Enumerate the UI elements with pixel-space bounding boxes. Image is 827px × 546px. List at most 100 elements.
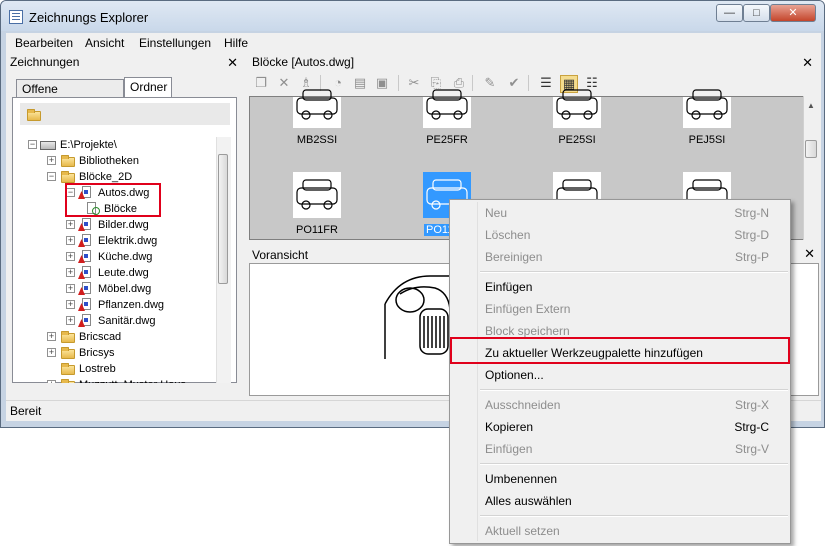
cut-icon[interactable]: ✂ (406, 75, 422, 91)
menu-item-umbenennen[interactable]: Umbenennen (485, 469, 785, 489)
block-thumbnail[interactable] (553, 89, 601, 128)
insert-external-icon[interactable]: ▤ (352, 75, 368, 91)
highlight-palette-item-box (450, 337, 790, 364)
menu-item-bereinigen[interactable]: Bereinigen Strg-P (485, 247, 785, 267)
block-thumbnail[interactable] (293, 89, 341, 128)
block-label[interactable]: PO11FR (272, 224, 362, 236)
menu-item-ausschneiden[interactable]: Ausschneiden Strg-X (485, 395, 785, 415)
menu-item-löschen[interactable]: Löschen Strg-D (485, 225, 785, 245)
tree-item[interactable]: + Leute.dwg (20, 265, 216, 281)
tree-item[interactable]: + Elektrik.dwg (20, 233, 216, 249)
toolbar-separator (472, 75, 473, 91)
block-label[interactable]: PEJ5SI (662, 134, 752, 146)
blocks-panel-title: Blöcke [Autos.dwg] (252, 55, 355, 69)
menu-ansicht[interactable]: Ansicht (85, 36, 124, 50)
tree-item[interactable]: + Muzzutt_Muster Haus (20, 377, 216, 383)
close-icon: ✕ (788, 7, 798, 19)
menu-item-kopieren[interactable]: Kopieren Strg-C (485, 417, 785, 437)
expand-icon[interactable]: + (47, 332, 56, 341)
dwg-file-icon (78, 234, 92, 247)
menu-separator (480, 271, 788, 273)
maximize-button[interactable]: □ (743, 4, 770, 22)
rename-icon[interactable]: ✎ (482, 75, 498, 91)
block-label[interactable]: PE25FR (402, 134, 492, 146)
menu-gutter (477, 202, 478, 541)
menu-item-label: Kopieren (485, 420, 534, 434)
collapse-icon[interactable]: − (28, 140, 37, 149)
open-folder-icon[interactable] (27, 109, 41, 121)
expand-icon[interactable]: + (47, 156, 56, 165)
menu-bearbeiten[interactable]: Bearbeiten (15, 36, 73, 50)
scroll-up-icon[interactable]: ▲ (807, 101, 815, 110)
drawings-panel-header: Zeichnungen ✕ (10, 55, 242, 72)
expand-icon[interactable]: + (66, 268, 75, 277)
tree-toolbar (20, 103, 230, 125)
block-label[interactable]: PE25SI (532, 134, 622, 146)
block-thumbnail[interactable] (423, 89, 471, 128)
expand-icon[interactable]: + (66, 252, 75, 261)
menu-item-label: Alles auswählen (485, 494, 572, 508)
block-thumbnail[interactable] (683, 89, 731, 128)
expand-icon[interactable]: + (66, 316, 75, 325)
menu-item-einfügen[interactable]: Einfügen (485, 277, 785, 297)
expand-icon[interactable]: + (47, 348, 56, 357)
tab-offene-zeichnungen[interactable]: Offene Zeichnungen (16, 79, 124, 110)
close-preview-icon[interactable]: ✕ (804, 246, 815, 262)
highlight-autos-box (65, 183, 161, 217)
expand-icon[interactable]: + (66, 300, 75, 309)
menu-item-label: Optionen... (485, 368, 544, 382)
menu-separator (480, 389, 788, 391)
dwg-file-icon (78, 298, 92, 311)
block-label[interactable]: MB2SSI (272, 134, 362, 146)
toolbar-separator (528, 75, 529, 91)
close-window-button[interactable]: ✕ (770, 4, 816, 22)
expand-icon[interactable]: + (66, 284, 75, 293)
tree-item[interactable]: Lostreb (20, 361, 216, 377)
tree-item[interactable]: + Sanitär.dwg (20, 313, 216, 329)
menu-hilfe[interactable]: Hilfe (224, 36, 248, 50)
save-block-icon[interactable]: ▣ (374, 75, 390, 91)
collapse-icon[interactable]: − (47, 172, 56, 181)
set-current-icon[interactable]: ✔ (506, 75, 522, 91)
tab-ordner[interactable]: Ordner (124, 77, 172, 97)
new-block-icon[interactable]: ❐ (253, 75, 269, 91)
menu-item-optionen[interactable]: Optionen... (485, 365, 785, 385)
blocks-scrollbar[interactable]: ▲ (803, 96, 820, 240)
tree-item[interactable]: − E:\Projekte\ (20, 137, 216, 153)
expand-icon[interactable]: + (66, 220, 75, 229)
tree-item-label: Blöcke_2D (79, 171, 133, 183)
tree-scrollbar-thumb[interactable] (218, 154, 228, 284)
expand-icon[interactable]: + (47, 380, 56, 383)
expand-icon[interactable]: + (66, 236, 75, 245)
menu-item-einfügen-extern[interactable]: Einfügen Extern (485, 299, 785, 319)
tree-item[interactable]: + Bibliotheken (20, 153, 216, 169)
menu-item-neu[interactable]: Neu Strg-N (485, 203, 785, 223)
panel-title: Zeichnungen (10, 55, 80, 69)
dwg-file-icon (78, 282, 92, 295)
title-bar[interactable]: Zeichnungs Explorer (1, 1, 824, 31)
minimize-button[interactable]: — (716, 4, 743, 22)
tree-item[interactable]: + Pflanzen.dwg (20, 297, 216, 313)
tree-item-label: Bricsys (79, 347, 115, 359)
menu-item-label: Einfügen (485, 442, 533, 456)
blocks-scrollbar-thumb[interactable] (805, 140, 817, 158)
tree-item[interactable]: + Bilder.dwg (20, 217, 216, 233)
menu-item-aktuell-setzen[interactable]: Aktuell setzen (485, 521, 785, 541)
delete-icon[interactable]: ✕ (276, 75, 292, 91)
menu-item-label: Einfügen Extern (485, 302, 571, 316)
close-blocks-panel-icon[interactable]: ✕ (802, 55, 813, 71)
tree-item[interactable]: + Bricscad (20, 329, 216, 345)
close-panel-icon[interactable]: ✕ (227, 55, 238, 71)
menu-item-einfügen[interactable]: Einfügen Strg-V (485, 439, 785, 459)
tree-item[interactable]: + Küche.dwg (20, 249, 216, 265)
maximize-icon: □ (753, 7, 760, 19)
toolbar-separator (398, 75, 399, 91)
menu-item-alles-auswählen[interactable]: Alles auswählen (485, 491, 785, 511)
block-thumbnail[interactable] (293, 172, 341, 218)
list-view-icon[interactable]: ☰ (538, 75, 554, 91)
menu-einstellungen[interactable]: Einstellungen (139, 36, 211, 50)
tree-item[interactable]: + Möbel.dwg (20, 281, 216, 297)
tree-item-label: Leute.dwg (98, 267, 149, 279)
folder-icon (61, 379, 75, 383)
tree-item[interactable]: + Bricsys (20, 345, 216, 361)
